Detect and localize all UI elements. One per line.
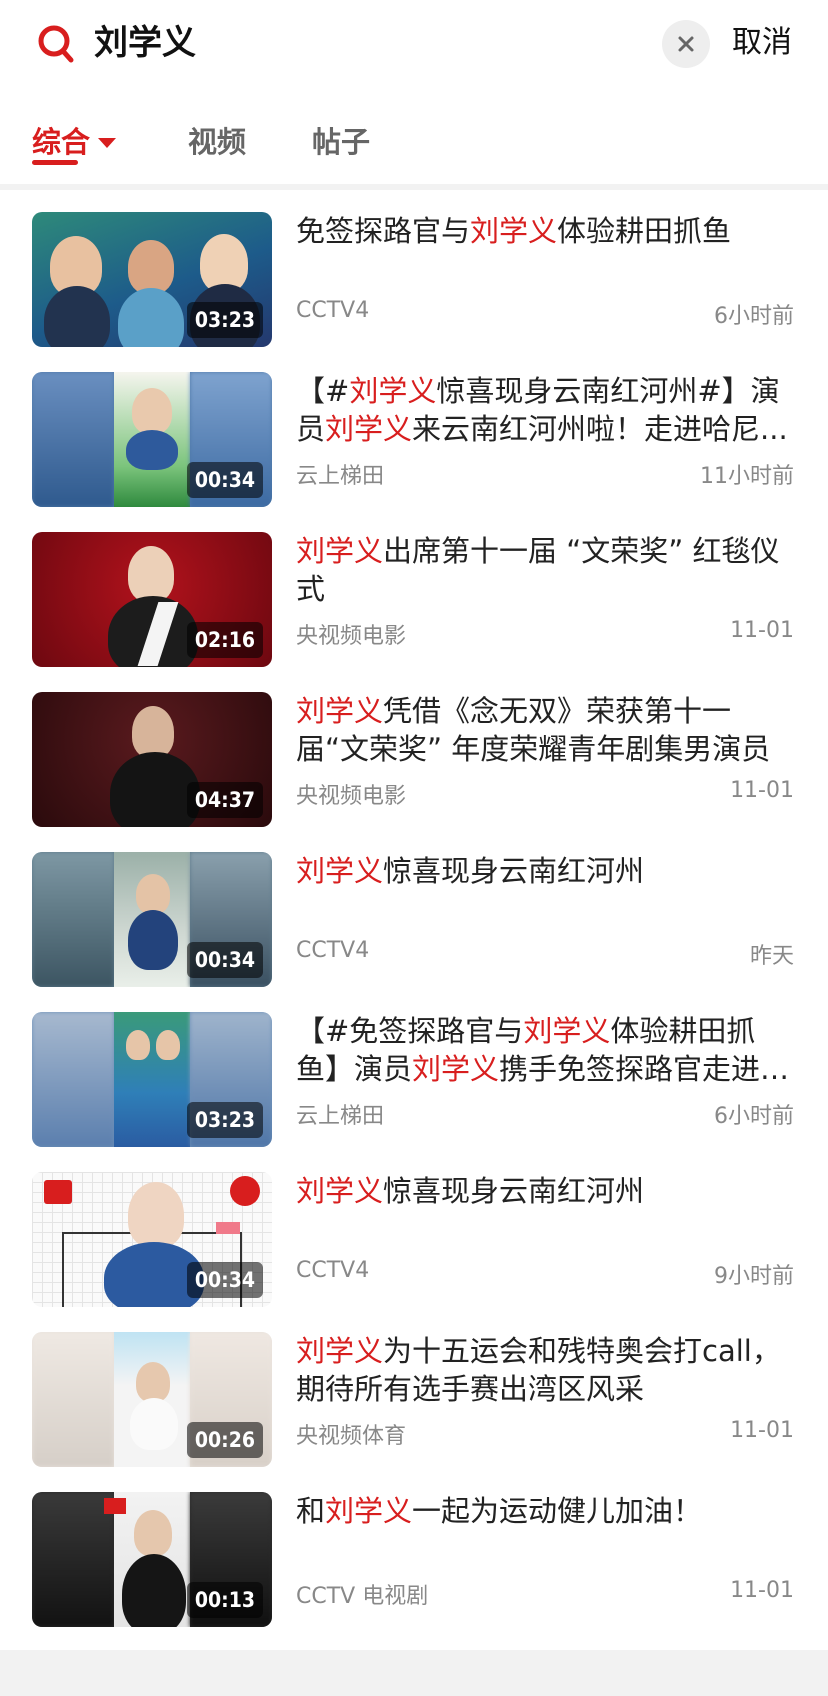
duration-badge: 00:34 [186,462,263,498]
search-icon[interactable] [36,22,76,66]
video-title[interactable]: 和刘学义一起为运动健儿加油！ [296,1492,796,1530]
video-thumbnail[interactable]: 00:34 [32,372,272,507]
video-time: 11-01 [730,1578,794,1603]
video-time: 昨天 [749,944,794,969]
video-time: 6小时前 [714,304,794,329]
video-title[interactable]: 刘学义惊喜现身云南红河州 [296,1172,796,1210]
video-title[interactable]: 【#刘学义惊喜现身云南红河州#】演员刘学义来云南红河州啦！走进哈尼... [296,372,796,448]
search-header: 刘学义 取消 [0,0,828,88]
duration-badge: 00:26 [186,1422,263,1458]
video-source[interactable]: 央视频电影 [296,618,406,650]
duration-badge: 00:34 [186,942,263,978]
chevron-down-icon[interactable] [98,138,116,148]
video-time: 11-01 [730,778,794,803]
video-title[interactable]: 【#免签探路官与刘学义体验耕田抓鱼】演员刘学义携手免签探路官走进红... [296,1012,796,1088]
video-title[interactable]: 刘学义为十五运会和残特奥会打call，期待所有选手赛出湾区风采 [296,1332,796,1408]
list-item[interactable]: 00:13 和刘学义一起为运动健儿加油！ CCTV 电视剧 11-01 [0,1470,828,1630]
tab-videos[interactable]: 视频 [188,120,246,164]
duration-badge: 04:37 [186,782,263,818]
list-item[interactable]: 04:37 刘学义凭借《念无双》荣获第十一届“文荣奖” 年度荣耀青年剧集男演员 … [0,670,828,830]
list-item[interactable]: 02:16 刘学义出席第十一届 “文荣奖” 红毯仪式 央视频电影 11-01 [0,510,828,670]
list-item[interactable]: 03:23 免签探路官与刘学义体验耕田抓鱼 CCTV4 6小时前 [0,190,828,350]
video-title[interactable]: 免签探路官与刘学义体验耕田抓鱼 [296,212,796,250]
video-source[interactable]: CCTV4 [296,1258,369,1283]
duration-badge: 03:23 [186,1102,263,1138]
video-title[interactable]: 刘学义凭借《念无双》荣获第十一届“文荣奖” 年度荣耀青年剧集男演员 [296,692,796,768]
active-tab-indicator [32,160,78,165]
video-source[interactable]: CCTV4 [296,298,369,323]
close-icon [678,36,694,52]
video-thumbnail[interactable]: 02:16 [32,532,272,667]
video-source[interactable]: 云上梯田 [296,1098,384,1130]
clear-button[interactable] [662,20,710,68]
video-time: 11-01 [730,1418,794,1443]
list-item[interactable]: 00:34 【#刘学义惊喜现身云南红河州#】演员刘学义来云南红河州啦！走进哈尼.… [0,350,828,510]
duration-badge: 02:16 [186,622,263,658]
bottom-divider [0,1650,828,1696]
video-thumbnail[interactable]: 04:37 [32,692,272,827]
video-time: 9小时前 [714,1264,794,1289]
tab-comprehensive[interactable]: 综合 [32,120,90,164]
tab-posts[interactable]: 帖子 [312,120,370,164]
video-title[interactable]: 刘学义惊喜现身云南红河州 [296,852,796,890]
video-source[interactable]: 央视频电影 [296,778,406,810]
video-time: 6小时前 [714,1104,794,1129]
video-source[interactable]: CCTV 电视剧 [296,1578,428,1610]
video-source[interactable]: 央视频体育 [296,1418,406,1450]
video-source[interactable]: CCTV4 [296,938,369,963]
duration-badge: 03:23 [186,302,263,338]
video-time: 11小时前 [700,464,794,489]
list-item[interactable]: 00:34 刘学义惊喜现身云南红河州 CCTV4 昨天 [0,830,828,990]
tab-bar: 综合 视频 帖子 [0,110,828,180]
video-thumbnail[interactable]: 00:34 [32,1172,272,1307]
list-item[interactable]: 00:26 刘学义为十五运会和残特奥会打call，期待所有选手赛出湾区风采 央视… [0,1310,828,1470]
search-query[interactable]: 刘学义 [94,18,196,68]
cancel-button[interactable]: 取消 [732,18,792,68]
video-thumbnail[interactable]: 00:13 [32,1492,272,1627]
video-thumbnail[interactable]: 00:34 [32,852,272,987]
list-item[interactable]: 03:23 【#免签探路官与刘学义体验耕田抓鱼】演员刘学义携手免签探路官走进红.… [0,990,828,1150]
video-thumbnail[interactable]: 00:26 [32,1332,272,1467]
list-item[interactable]: 00:34 刘学义惊喜现身云南红河州 CCTV4 9小时前 [0,1150,828,1310]
duration-badge: 00:34 [186,1262,263,1298]
duration-badge: 00:13 [186,1582,263,1618]
video-source[interactable]: 云上梯田 [296,458,384,490]
video-time: 11-01 [730,618,794,643]
video-thumbnail[interactable]: 03:23 [32,1012,272,1147]
video-title[interactable]: 刘学义出席第十一届 “文荣奖” 红毯仪式 [296,532,796,608]
video-thumbnail[interactable]: 03:23 [32,212,272,347]
